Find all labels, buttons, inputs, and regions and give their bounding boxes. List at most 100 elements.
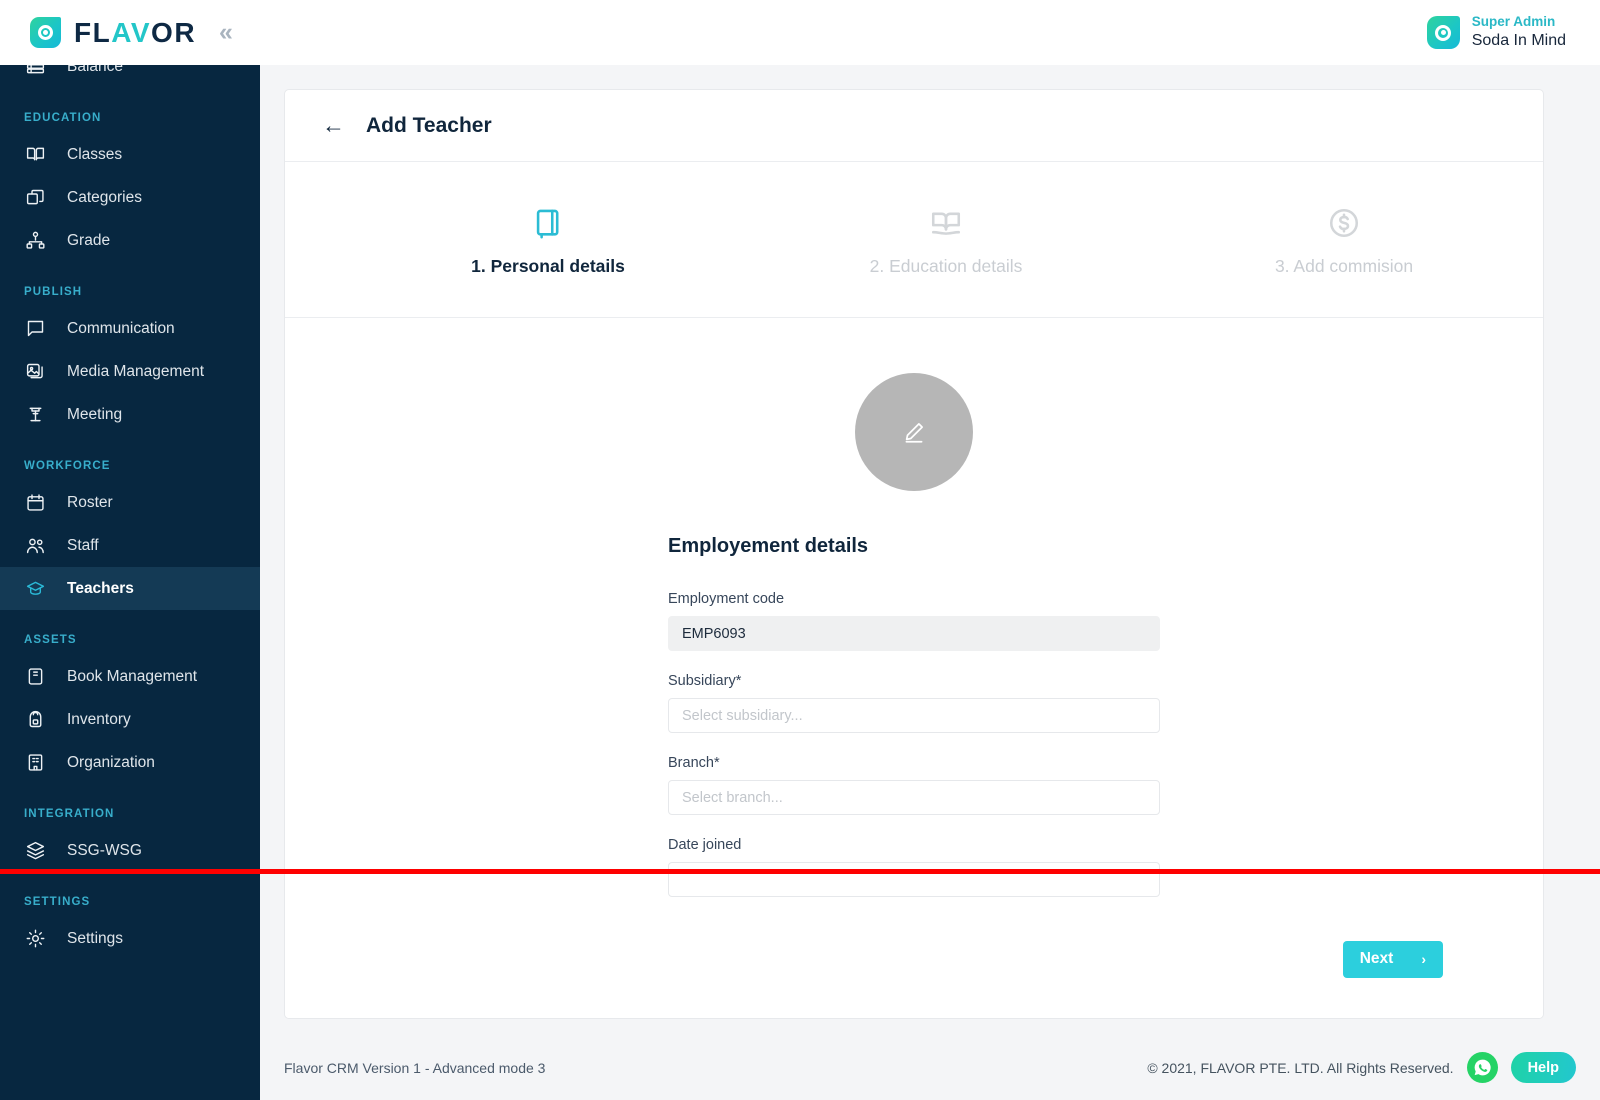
app-root: FLAVOR « Super Admin Soda In Mind Balanc… — [0, 0, 1600, 1100]
graduation-cap-icon — [24, 578, 46, 600]
sidebar-section-education: EDUCATION — [24, 112, 102, 124]
sidebar-item-settings[interactable]: Settings — [0, 917, 260, 960]
brand-wordmark: FLAVOR — [74, 16, 197, 48]
sidebar-item-classes[interactable]: Classes — [0, 133, 260, 176]
sidebar-item-balance[interactable]: Balance — [0, 65, 260, 88]
notebook-icon — [531, 202, 565, 240]
sidebar-item-label: Roster — [67, 493, 113, 511]
form-scroll-area[interactable]: Employement details Employment code Subsi… — [285, 318, 1543, 958]
sidebar-item-inventory[interactable]: Inventory — [0, 698, 260, 741]
employment-code-input[interactable] — [668, 616, 1160, 651]
stepper-step-1[interactable]: 1. Personal details — [349, 202, 747, 277]
sidebar-scroll-area[interactable]: Balance EDUCATION Classes Categories Grade PU… — [0, 65, 260, 960]
sidebar-item-label: Staff — [67, 536, 99, 554]
stepper-step-2[interactable]: 2. Education details — [747, 202, 1145, 277]
sidebar-item-label: Organization — [67, 753, 155, 771]
subsidiary-select[interactable] — [668, 698, 1160, 733]
sidebar-item-label: Categories — [67, 188, 142, 206]
boxes-icon — [24, 187, 46, 209]
chat-icon — [24, 318, 46, 340]
field-branch-select: Branch* — [668, 755, 1160, 815]
sidebar-item-organization[interactable]: Organization — [0, 741, 260, 784]
branch-select[interactable] — [668, 780, 1160, 815]
balance-icon — [24, 65, 46, 78]
avatar — [1426, 16, 1460, 49]
sidebar-item-label: Teachers — [67, 579, 134, 597]
sidebar-item-label: Balance — [67, 65, 124, 75]
sidebar-item-meeting[interactable]: Meeting — [0, 393, 260, 436]
user-meta: Super Admin Soda In Mind — [1472, 14, 1566, 51]
sidebar-item-grade[interactable]: Grade — [0, 219, 260, 262]
user-role: Super Admin — [1471, 14, 1556, 30]
version-label: Flavor CRM Version 1 - Advanced mode 3 — [284, 1059, 546, 1076]
field-label: Branch* — [668, 755, 720, 771]
top-bar: FLAVOR « Super Admin Soda In Mind — [0, 0, 1600, 65]
page-title: Add Teacher — [366, 113, 492, 137]
stepper-step-label: 3. Add commision — [1274, 256, 1414, 276]
next-button[interactable]: Next › — [1342, 940, 1443, 978]
user-name: Soda In Mind — [1471, 31, 1566, 49]
field-employment-code-input: Employment code — [668, 591, 1160, 651]
sidebar-item-label: Book Management — [67, 667, 198, 685]
main-content: ← Add Teacher 1. Personal details 2. Educ… — [260, 65, 1600, 1100]
book-open-icon — [24, 144, 46, 166]
sidebar-item-label: Media Management — [67, 362, 204, 380]
sidebar-item-label: Meeting — [67, 405, 123, 423]
pencil-icon — [905, 423, 923, 443]
sidebar-section-workforce: WORKFORCE — [24, 460, 111, 472]
user-menu[interactable]: Super Admin Soda In Mind — [1426, 14, 1600, 51]
sidebar-item-book-management[interactable]: Book Management — [0, 655, 260, 698]
sidebar-item-categories[interactable]: Categories — [0, 176, 260, 219]
sidebar-section-integration: INTEGRATION — [24, 808, 115, 820]
footer-right: © 2021, FLAVOR PTE. LTD. All Rights Rese… — [1147, 1052, 1576, 1083]
field-label: Employment code — [668, 591, 785, 607]
sidebar-section-assets: ASSETS — [24, 634, 77, 646]
gear-icon — [24, 928, 46, 950]
sidebar-item-communication[interactable]: Communication — [0, 307, 260, 350]
whatsapp-glyph — [1474, 1059, 1491, 1076]
stepper-step-label: 1. Personal details — [471, 256, 625, 276]
form-fields: Employment code Subsidiary* Branch* Date jo… — [668, 591, 1160, 897]
sidebar-item-label: SSG-WSG — [67, 841, 142, 859]
stepper-step-3[interactable]: 3. Add commision — [1145, 202, 1543, 277]
copyright-label: © 2021, FLAVOR PTE. LTD. All Rights Rese… — [1147, 1059, 1454, 1076]
help-button[interactable]: Help — [1510, 1052, 1576, 1083]
sidebar-item-ssg-wsg[interactable]: SSG-WSG — [0, 829, 260, 872]
sidebar-item-label: Grade — [67, 231, 111, 249]
layers-icon — [24, 840, 46, 862]
calendar-icon — [24, 492, 46, 514]
avatar-upload-wrap — [285, 318, 1543, 491]
sidebar[interactable]: Balance EDUCATION Classes Categories Grade PU… — [0, 65, 260, 1100]
card-header: ← Add Teacher — [285, 90, 1543, 162]
image-stack-icon — [24, 361, 46, 383]
book-closed-icon — [24, 666, 46, 688]
sidebar-section-publish: PUBLISH — [24, 286, 83, 298]
whatsapp-icon[interactable] — [1466, 1052, 1498, 1083]
sidebar-item-teachers[interactable]: Teachers — [0, 567, 260, 610]
building-icon — [24, 752, 46, 774]
flavor-logo-icon — [30, 17, 61, 48]
sidebar-item-label: Classes — [67, 145, 123, 163]
profile-photo-upload[interactable] — [855, 373, 973, 491]
brand-logo[interactable]: FLAVOR « — [0, 17, 233, 48]
sidebar-item-staff[interactable]: Staff — [0, 524, 260, 567]
sidebar-item-roster[interactable]: Roster — [0, 481, 260, 524]
collapse-sidebar-icon[interactable]: « — [219, 20, 233, 45]
sidebar-item-label: Inventory — [67, 710, 131, 728]
sidebar-item-label: Settings — [67, 929, 124, 947]
sidebar-item-media-management[interactable]: Media Management — [0, 350, 260, 393]
next-button-label: Next — [1359, 950, 1394, 967]
field-date-joined-input: Date joined — [668, 837, 1160, 897]
chevron-right-icon: › — [1421, 951, 1426, 967]
date-joined-input[interactable] — [668, 862, 1160, 897]
dollar-circle-icon — [1327, 202, 1361, 240]
hierarchy-icon — [24, 230, 46, 252]
field-label: Date joined — [668, 837, 742, 853]
card-footer-actions: Next › — [285, 900, 1543, 1018]
stepper-step-label: 2. Education details — [869, 256, 1023, 276]
add-teacher-card: ← Add Teacher 1. Personal details 2. Educ… — [284, 89, 1544, 1019]
page-footer: Flavor CRM Version 1 - Advanced mode 3 ©… — [260, 1035, 1600, 1100]
viewport-cut-line — [0, 869, 1600, 874]
back-arrow-icon[interactable]: ← — [322, 114, 345, 137]
field-label: Subsidiary* — [668, 673, 742, 689]
